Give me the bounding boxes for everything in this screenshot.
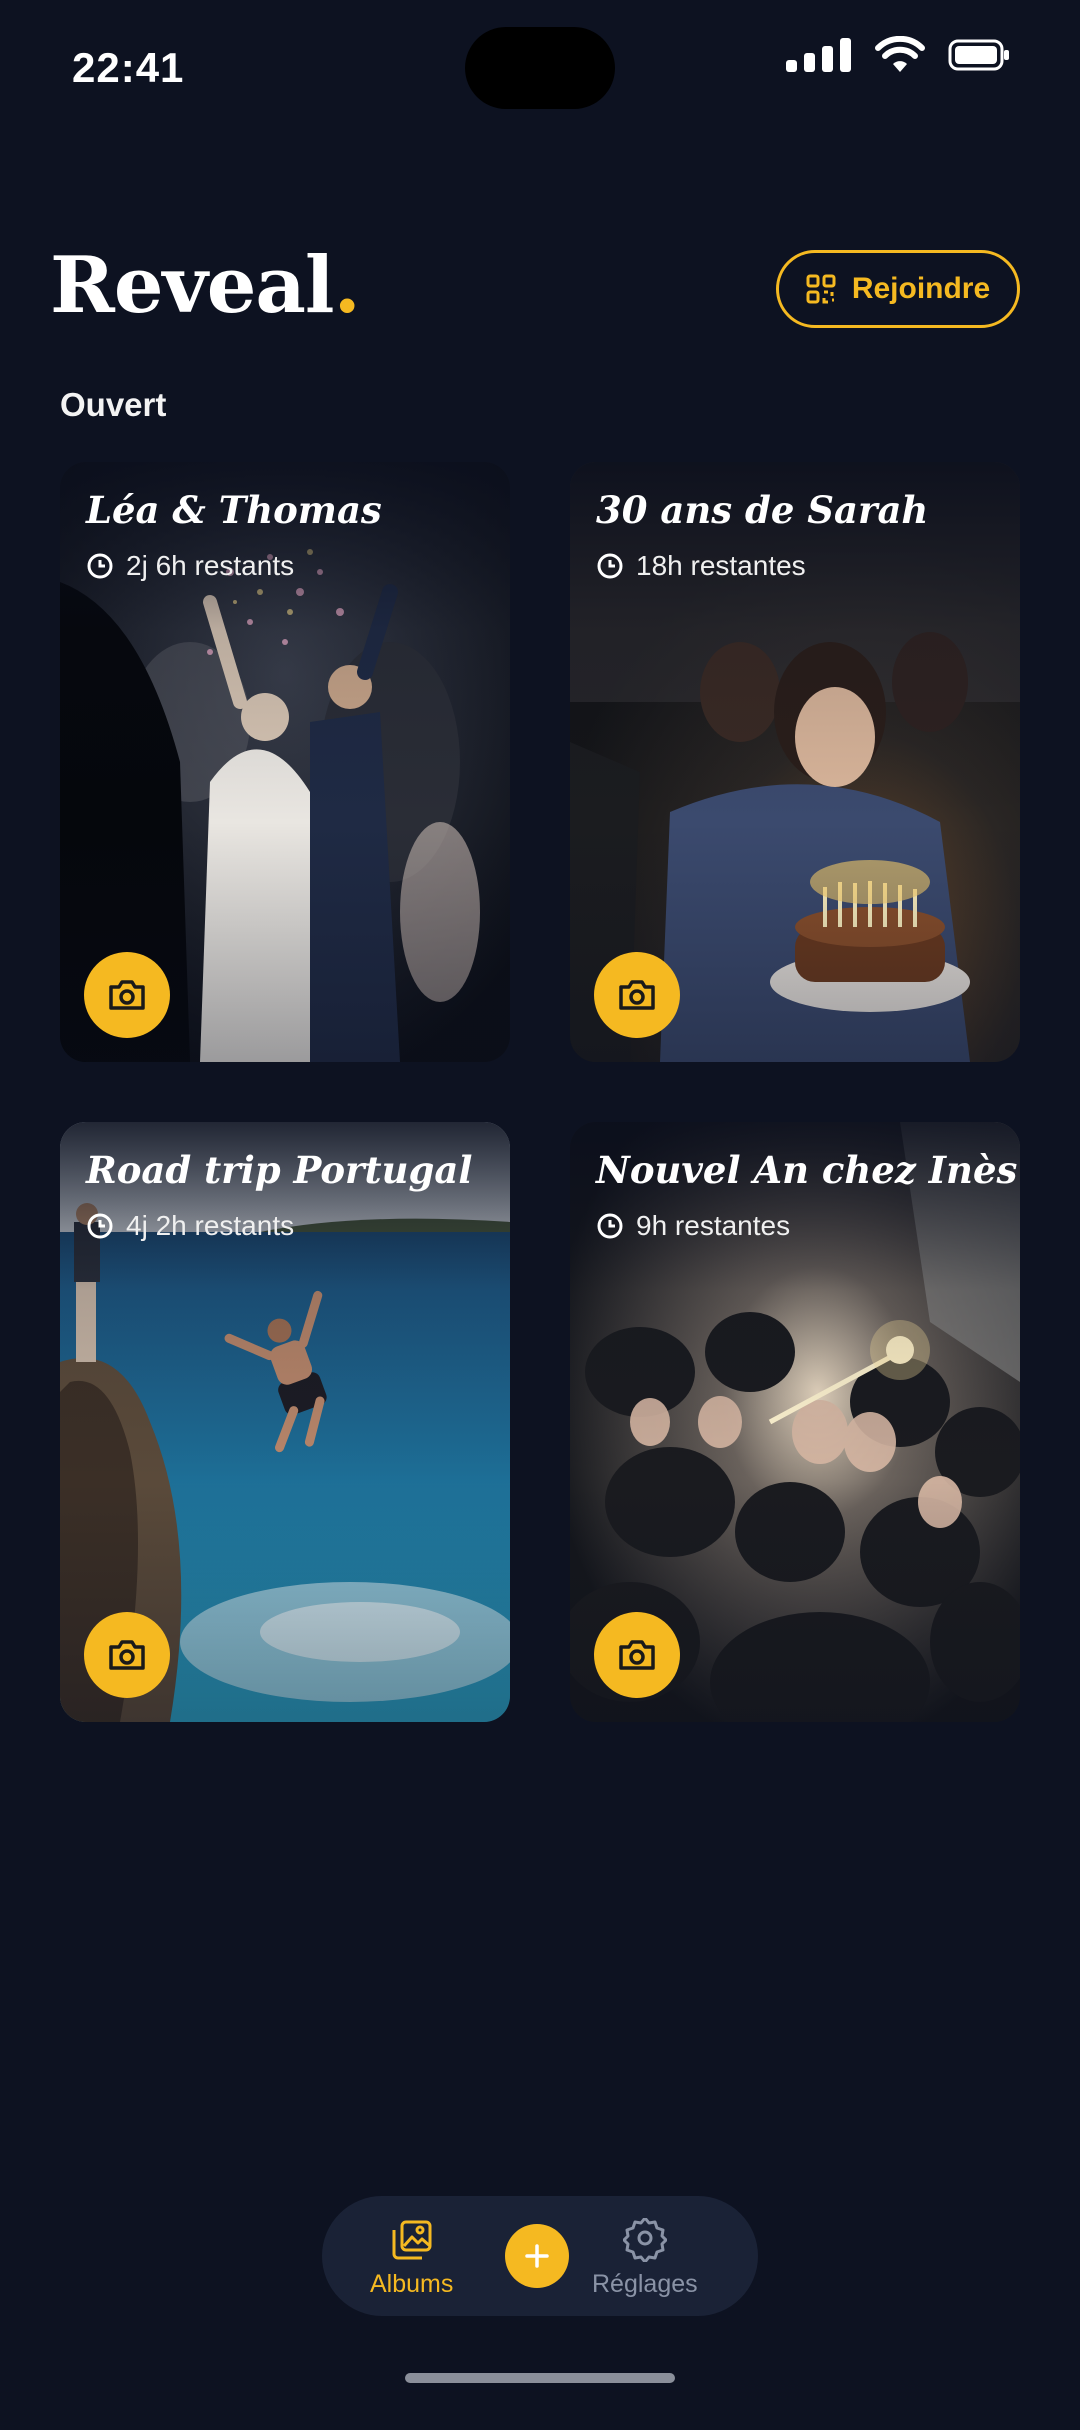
qr-code-icon: [806, 274, 836, 304]
album-time-label: 2j 6h restants: [126, 550, 295, 581]
clock-icon: [87, 1213, 113, 1239]
app-logo: Reveal.: [50, 240, 361, 331]
clock-icon: [87, 553, 113, 579]
album-card[interactable]: Road trip Portugal 4j 2h restants: [60, 1122, 510, 1722]
tab-settings-label: Réglages: [592, 2270, 698, 2298]
home-indicator: [405, 2373, 675, 2383]
camera-icon: [109, 1640, 145, 1670]
wifi-icon: [875, 36, 925, 72]
dynamic-island: [465, 27, 615, 109]
gear-icon: [622, 2218, 667, 2262]
camera-button[interactable]: [594, 952, 680, 1038]
logo-dot: .: [333, 240, 361, 331]
cellular-signal-icon: [786, 38, 851, 72]
tab-settings[interactable]: Réglages: [592, 2218, 698, 2299]
add-album-button[interactable]: [505, 2224, 569, 2288]
status-time: 22:41: [72, 44, 185, 91]
status-icons: [786, 36, 1010, 74]
plus-icon: [525, 2244, 549, 2268]
join-button[interactable]: Rejoindre: [776, 250, 1020, 328]
tab-albums[interactable]: Albums: [370, 2218, 453, 2299]
album-title: Road trip Portugal: [86, 1148, 473, 1192]
album-title: 30 ans de Sarah: [596, 488, 929, 532]
battery-icon: [948, 39, 1009, 71]
album-time-remaining: 4j 2h restants: [86, 1210, 294, 1242]
album-time-label: 18h restantes: [636, 550, 806, 581]
camera-button[interactable]: [84, 1612, 170, 1698]
logo-text: Reveal: [50, 240, 335, 331]
camera-button[interactable]: [594, 1612, 680, 1698]
album-time-label: 9h restantes: [636, 1210, 791, 1241]
clock-icon: [597, 553, 623, 579]
album-time-remaining: 2j 6h restants: [86, 550, 294, 582]
camera-icon: [619, 1640, 655, 1670]
bottom-tab-bar: Albums Réglages: [322, 2196, 758, 2316]
album-card[interactable]: Léa & Thomas 2j 6h restants: [60, 462, 510, 1062]
tab-albums-label: Albums: [370, 2270, 454, 2298]
album-time-remaining: 9h restantes: [596, 1210, 790, 1242]
album-time-label: 4j 2h restants: [126, 1210, 295, 1241]
join-button-label: Rejoindre: [851, 272, 991, 305]
camera-button[interactable]: [84, 952, 170, 1038]
album-title: Léa & Thomas: [86, 488, 382, 532]
albums-icon: [392, 2220, 432, 2260]
app-screen: 22:41 Reveal. Rejoindre Ouvert Léa & Tho…: [0, 0, 1080, 2430]
album-card[interactable]: 30 ans de Sarah 18h restantes: [570, 462, 1020, 1062]
album-title: Nouvel An chez Inès: [596, 1148, 1018, 1192]
clock-icon: [597, 1213, 623, 1239]
camera-icon: [109, 980, 145, 1010]
album-time-remaining: 18h restantes: [596, 550, 806, 582]
album-card[interactable]: Nouvel An chez Inès 9h restantes: [570, 1122, 1020, 1722]
section-label-open: Ouvert: [60, 386, 167, 423]
camera-icon: [619, 980, 655, 1010]
